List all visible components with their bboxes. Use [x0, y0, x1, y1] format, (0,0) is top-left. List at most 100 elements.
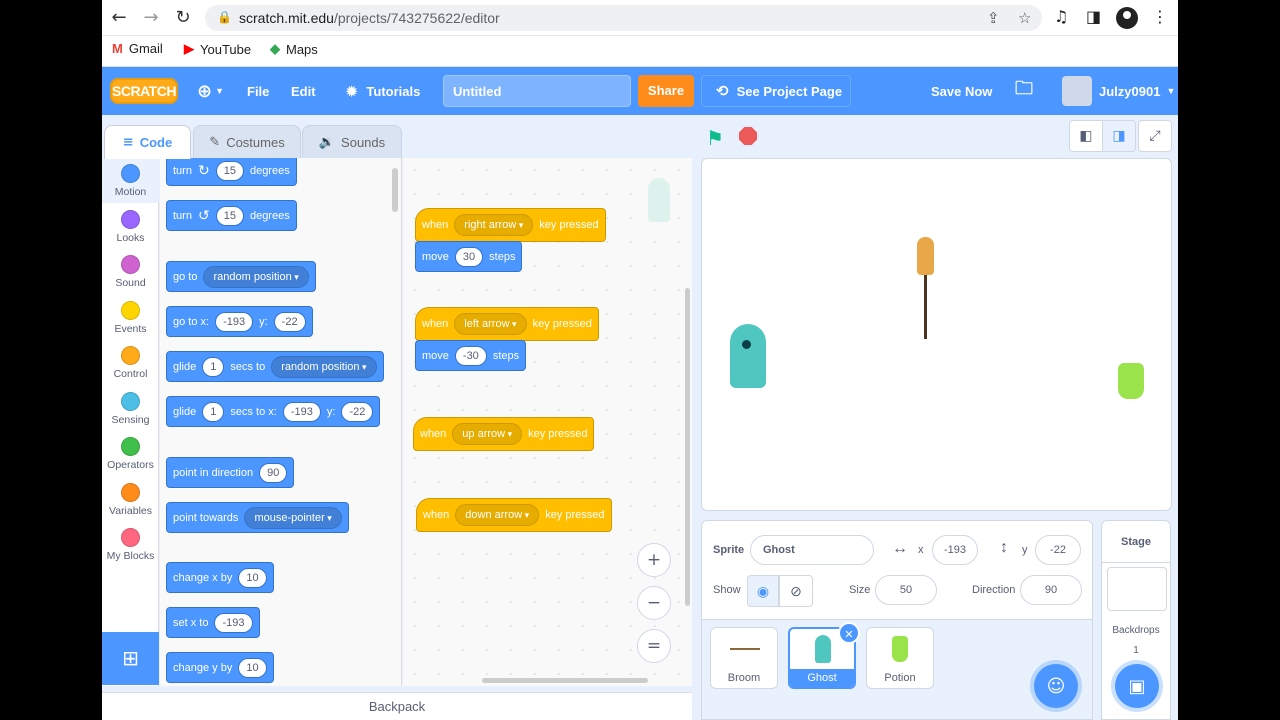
category-motion[interactable]: Motion: [102, 164, 159, 198]
target-dropdown[interactable]: random position: [271, 355, 377, 378]
glide-xy-block[interactable]: glide 1 secs to x: -193 y: -22: [166, 396, 381, 427]
key-dropdown[interactable]: down arrow: [455, 504, 540, 526]
forward-icon[interactable]: →: [140, 7, 162, 29]
bookmark-youtube[interactable]: ▶ YouTube: [184, 41, 251, 57]
show-visible-button[interactable]: ◉: [747, 575, 779, 607]
y-input[interactable]: -22: [1035, 535, 1081, 565]
steps-input[interactable]: 30: [454, 246, 484, 267]
file-menu[interactable]: File: [247, 67, 269, 115]
move-steps-block[interactable]: move 30 steps: [415, 241, 523, 272]
key-dropdown[interactable]: left arrow: [454, 313, 527, 335]
folder-icon[interactable]: 🗀: [1015, 67, 1033, 115]
category-sound[interactable]: Sound: [102, 255, 159, 289]
sprite-tile-broom[interactable]: Broom: [710, 627, 778, 689]
category-sensing[interactable]: Sensing: [102, 392, 159, 426]
go-to-block[interactable]: go to random position: [166, 261, 316, 292]
account-menu[interactable]: Julzy0901 ▼: [1099, 67, 1175, 115]
set-x-block[interactable]: set x to -193: [166, 607, 260, 638]
tab-code[interactable]: ≡ Code: [104, 125, 191, 159]
ghost-sprite[interactable]: [730, 324, 766, 388]
back-icon[interactable]: ←: [108, 7, 130, 29]
degrees-input[interactable]: 15: [215, 205, 244, 226]
share-button[interactable]: Share: [638, 75, 694, 107]
size-input[interactable]: 50: [875, 575, 937, 605]
when-key-pressed-block[interactable]: when left arrow key pressed: [415, 307, 599, 341]
normal-stage-button[interactable]: ◨: [1102, 120, 1136, 152]
delete-sprite-button[interactable]: ✕: [838, 622, 860, 644]
category-my-blocks[interactable]: My Blocks: [102, 528, 159, 562]
reload-icon[interactable]: ↻: [172, 7, 194, 29]
key-dropdown[interactable]: right arrow: [454, 214, 534, 236]
workspace-h-scrollbar[interactable]: [482, 678, 648, 683]
point-towards-block[interactable]: point towards mouse-pointer: [166, 502, 349, 533]
save-now-button[interactable]: Save Now: [931, 67, 992, 115]
tab-sounds[interactable]: 🔉 Sounds: [302, 125, 402, 159]
turn-left-block[interactable]: turn ↺ 15 degrees: [166, 200, 297, 231]
y-input[interactable]: -22: [341, 401, 374, 422]
x-input[interactable]: -193: [215, 311, 254, 332]
turn-right-block[interactable]: turn ↻ 15 degrees: [166, 158, 297, 186]
category-events[interactable]: Events: [102, 301, 159, 335]
scratch-logo[interactable]: SCRATCH: [110, 78, 178, 104]
x-input[interactable]: -193: [932, 535, 978, 565]
change-y-block[interactable]: change y by 10: [166, 652, 274, 683]
project-title-input[interactable]: Untitled: [443, 75, 631, 107]
profile-icon[interactable]: [1116, 7, 1138, 29]
glide-to-block[interactable]: glide 1 secs to random position: [166, 351, 384, 382]
small-stage-button[interactable]: ◧: [1069, 120, 1103, 152]
show-hidden-button[interactable]: ⊘: [779, 575, 813, 607]
stop-icon[interactable]: [739, 127, 757, 145]
when-key-pressed-block[interactable]: when down arrow key pressed: [416, 498, 612, 532]
y-input[interactable]: -22: [273, 311, 306, 332]
language-menu[interactable]: ⊕ ▼: [197, 67, 224, 115]
point-direction-block[interactable]: point in direction 90: [166, 457, 295, 488]
direction-input[interactable]: 90: [259, 462, 288, 483]
tab-costumes[interactable]: ✎ Costumes: [193, 125, 301, 159]
when-key-pressed-block[interactable]: when up arrow key pressed: [413, 417, 595, 451]
workspace-v-scrollbar[interactable]: [685, 288, 690, 606]
key-dropdown[interactable]: up arrow: [452, 423, 523, 445]
change-x-block[interactable]: change x by 10: [166, 562, 274, 593]
choose-backdrop-button[interactable]: ▣: [1115, 664, 1159, 708]
zoom-in-button[interactable]: +: [637, 543, 671, 577]
edit-menu[interactable]: Edit: [291, 67, 316, 115]
category-variables[interactable]: Variables: [102, 483, 159, 517]
bookmark-gmail[interactable]: M Gmail: [112, 41, 163, 56]
side-panel-icon[interactable]: ◨: [1086, 7, 1101, 26]
go-to-xy-block[interactable]: go to x: -193 y: -22: [166, 306, 313, 337]
steps-input[interactable]: -30: [454, 345, 487, 366]
zoom-out-button[interactable]: −: [637, 586, 671, 620]
category-operators[interactable]: Operators: [102, 437, 159, 471]
secs-input[interactable]: 1: [202, 356, 225, 377]
degrees-input[interactable]: 15: [215, 160, 244, 181]
palette-scrollbar[interactable]: [392, 168, 398, 212]
target-dropdown[interactable]: random position: [203, 265, 309, 288]
sprite-name-input[interactable]: Ghost: [750, 535, 874, 565]
value-input[interactable]: 10: [238, 567, 267, 588]
category-control[interactable]: Control: [102, 346, 159, 380]
value-input[interactable]: 10: [238, 657, 267, 678]
direction-input[interactable]: 90: [1020, 575, 1082, 605]
when-key-pressed-block[interactable]: when right arrow key pressed: [415, 208, 606, 242]
choose-sprite-button[interactable]: ☺: [1034, 664, 1078, 708]
media-icon[interactable]: ♫: [1054, 7, 1068, 26]
tutorials-button[interactable]: ✹ Tutorials: [345, 67, 420, 115]
bookmark-star-icon[interactable]: ☆: [1018, 9, 1031, 27]
category-looks[interactable]: Looks: [102, 210, 159, 244]
share-page-icon[interactable]: ⇪: [987, 9, 1000, 27]
potion-sprite[interactable]: [1118, 363, 1144, 399]
see-project-page-button[interactable]: ⟲ See Project Page: [701, 75, 851, 107]
fullscreen-button[interactable]: ⤢: [1138, 120, 1172, 152]
script-workspace[interactable]: when right arrow key pressed move 30 ste…: [403, 158, 692, 686]
add-extension-button[interactable]: ⊞: [102, 632, 159, 685]
menu-kebab-icon[interactable]: ⋮: [1152, 7, 1168, 26]
x-input[interactable]: -193: [282, 401, 321, 422]
secs-input[interactable]: 1: [202, 401, 225, 422]
value-input[interactable]: -193: [214, 612, 253, 633]
address-bar[interactable]: 🔒 scratch.mit.edu/projects/743275622/edi…: [205, 5, 1042, 31]
sprite-tile-potion[interactable]: Potion: [866, 627, 934, 689]
move-steps-block[interactable]: move -30 steps: [415, 340, 527, 371]
stage-canvas[interactable]: [701, 158, 1172, 511]
broom-sprite-head[interactable]: [917, 237, 934, 275]
avatar[interactable]: [1062, 76, 1092, 106]
